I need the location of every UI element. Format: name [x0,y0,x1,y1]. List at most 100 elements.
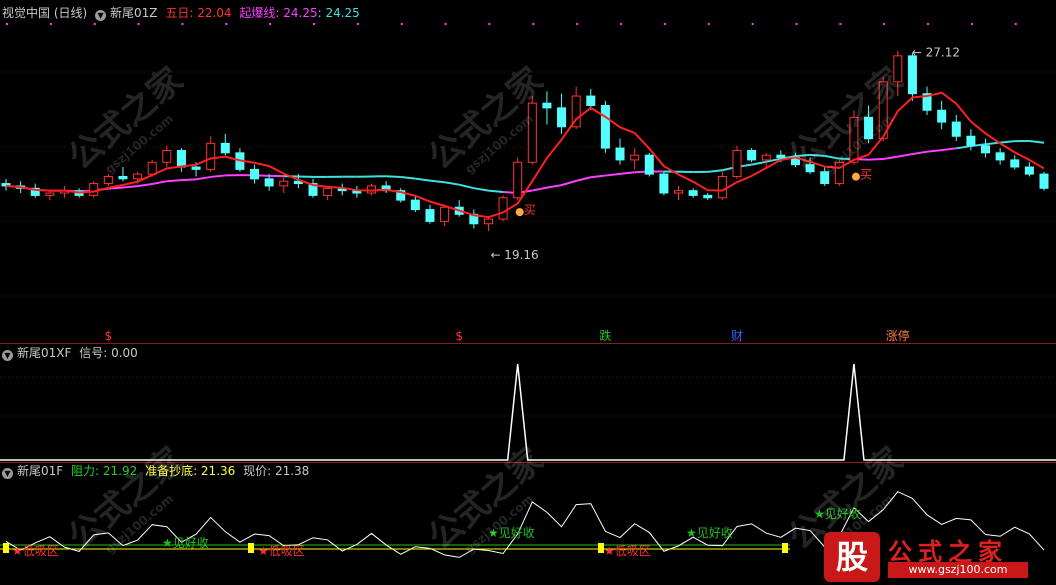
ma5-line [5,91,1045,219]
signal-dot [839,23,842,25]
zone-good-label: ★见好收 [488,526,535,540]
signal-marker: 财 [731,329,743,343]
signal-dot [225,23,228,25]
signal-dot [795,23,798,25]
candle-body [966,135,976,147]
signal-dot [356,23,359,25]
long-line-segment [912,150,928,156]
candle-body [717,175,727,199]
candle-body [557,107,567,128]
logo-mark: 股 [824,532,880,582]
candle-body [747,149,757,161]
long-line-segment [1000,140,1015,144]
zone-low-label: ★低吸区 [12,544,59,558]
candle-body [527,102,537,163]
long-line-segment [400,176,416,180]
long-line-segment [751,160,767,166]
zone-low-label: ★低吸区 [604,544,651,558]
candle-body [45,192,55,196]
long-line-segment [956,145,972,150]
long-line-segment [488,189,504,194]
long-line-segment [166,179,182,183]
long-line-segment [575,176,592,182]
long-line-segment [210,174,226,178]
long-line-segment [386,175,401,179]
candle-body [761,154,771,161]
candle-body [703,194,713,199]
site-logo: 股 公式之家 www.gszj100.com [824,532,1034,582]
signal-dot [49,23,52,25]
candle-body [600,105,610,149]
long-line-segment [561,179,577,187]
long-line-segment [707,169,723,173]
candle-body [483,218,493,225]
candlestick-chart: ← 27.12← 19.16买买$ $ 跌财涨停 [0,23,1056,343]
candle-body [250,168,260,180]
long-line-segment [532,186,548,192]
buy-label: 买 [524,203,536,217]
candle-body [440,206,450,222]
long-line-segment [795,153,811,158]
candle-body [103,175,113,185]
candle-body [542,102,552,109]
candle-body [162,149,172,163]
candle-body [995,152,1005,161]
zone-good-label: ★见好收 [162,536,209,550]
long-line-segment [941,147,957,152]
candle-body [893,55,903,83]
candle-body [1039,173,1049,189]
low-label: ← 19.16 [490,248,538,262]
hand-icon [851,172,860,181]
signal-dot [488,23,491,25]
hand-icon [515,208,524,217]
candle-body [410,199,420,211]
candle-body [1024,166,1034,175]
long-line-segment [195,175,211,181]
signal-dot [6,23,8,25]
long-line-segment [429,179,445,184]
signal-chart [0,363,1056,461]
signal-marker: $ [455,329,463,343]
signal-dot [269,23,272,25]
long-line-segment [590,174,606,179]
low-zone-block [3,543,9,553]
candle-body [264,178,274,187]
long-line-segment [546,184,562,189]
long-line-segment [458,183,475,190]
signal-dot [927,23,930,25]
candle-body [513,161,523,199]
long-line-segment [152,180,168,185]
candle-body [864,116,874,140]
long-line-segment [605,172,621,177]
signal-dot [663,23,666,25]
low-zone-block [782,543,788,553]
signal-line [0,363,1056,461]
candle-body [688,190,698,196]
signal-dot [707,23,710,25]
signal-dot [444,23,447,25]
candle-body [937,109,947,123]
candle-body [118,175,128,180]
candle-body [951,121,961,137]
candle-body [425,209,435,222]
candle-body [732,149,742,177]
signal-marker: $ [105,329,113,343]
long-line-segment [926,149,942,153]
signal-dot [93,23,96,25]
signal-panel[interactable]: ▼ 新尾01XF 信号: 0.00 [0,344,1056,462]
candle-body [776,154,786,159]
candle-body [133,173,143,180]
long-line-segment [897,153,913,158]
main-chart-panel[interactable]: 视觉中国 (日线) ▼ 新尾01Z 五日: 22.04 起爆线: 24.25: 2… [0,0,1056,343]
candle-body [323,187,333,196]
candle-body [176,149,186,168]
signal-dot [1014,23,1017,25]
zone-low-label: ★低吸区 [258,544,305,558]
candle-body [630,154,640,161]
candle-body [147,161,157,175]
high-label: ← 27.12 [912,46,960,60]
candle-body [805,164,815,173]
signal-dot [137,23,140,25]
long-line-segment [619,171,635,175]
candle-body [849,116,859,163]
